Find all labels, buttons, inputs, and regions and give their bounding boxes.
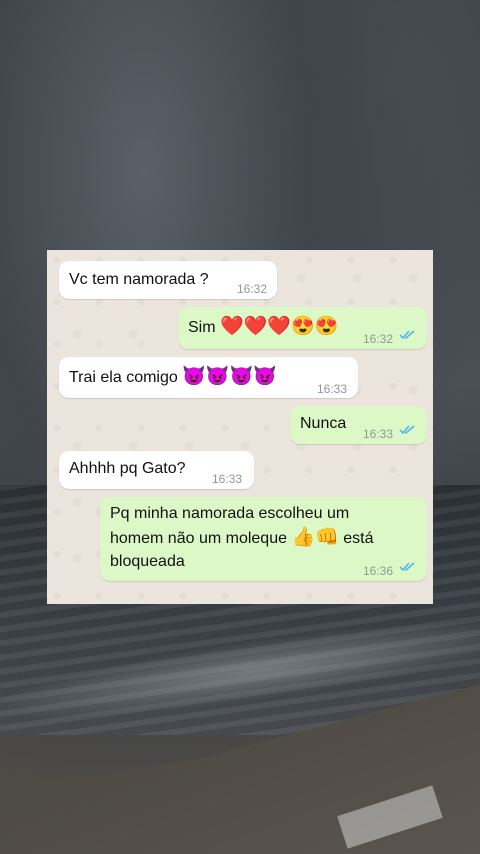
message-text: Vc tem namorada ? bbox=[69, 271, 209, 288]
double-check-icon bbox=[399, 330, 415, 340]
message-bubble-incoming: Ahhhh pq Gato? 16:33 bbox=[59, 451, 254, 489]
message-time: 16:33 bbox=[212, 472, 243, 486]
message-text: Sim ❤️❤️❤️😍😍 bbox=[188, 316, 338, 339]
message-text-part: está bbox=[343, 530, 374, 547]
emoji-devils: 😈😈😈😈 bbox=[182, 366, 277, 387]
message-bubble-incoming: Trai ela comigo 😈😈😈😈 16:33 bbox=[59, 357, 358, 398]
message-time: 16:33 bbox=[317, 382, 348, 396]
double-check-icon bbox=[399, 425, 415, 435]
message-text: Ahhhh pq Gato? bbox=[69, 460, 186, 477]
message-text: Nunca bbox=[300, 415, 347, 432]
message-text-part: Trai ela comigo bbox=[69, 369, 178, 386]
message-bubble-outgoing: Sim ❤️❤️❤️😍😍 16:32 bbox=[178, 307, 427, 349]
message-bubble-outgoing: Pq minha namorada escolheu um homem não … bbox=[100, 497, 427, 581]
message-text-part: homem não um moleque bbox=[110, 530, 287, 547]
message-time: 16:33 bbox=[363, 427, 394, 441]
message-text-line: Pq minha namorada escolheu um bbox=[110, 505, 350, 522]
message-text-line: bloqueada bbox=[110, 553, 185, 570]
message-time: 16:32 bbox=[363, 332, 394, 346]
message-text-part: Sim bbox=[188, 319, 216, 336]
message-bubble-incoming: Vc tem namorada ? 16:32 bbox=[59, 261, 277, 299]
double-check-icon bbox=[399, 562, 415, 572]
message-text-line: homem não um moleque 👍👊 está bbox=[110, 527, 373, 550]
emoji-hearts: ❤️❤️❤️😍😍 bbox=[220, 316, 339, 337]
message-time: 16:32 bbox=[237, 282, 268, 296]
message-bubble-outgoing: Nunca 16:33 bbox=[290, 406, 427, 444]
emoji-thumbs-fist: 👍👊 bbox=[291, 527, 339, 548]
chat-screenshot: Vc tem namorada ? 16:32 Sim ❤️❤️❤️😍😍 16:… bbox=[47, 250, 433, 604]
message-text: Trai ela comigo 😈😈😈😈 bbox=[69, 366, 277, 389]
message-time: 16:36 bbox=[363, 564, 394, 578]
